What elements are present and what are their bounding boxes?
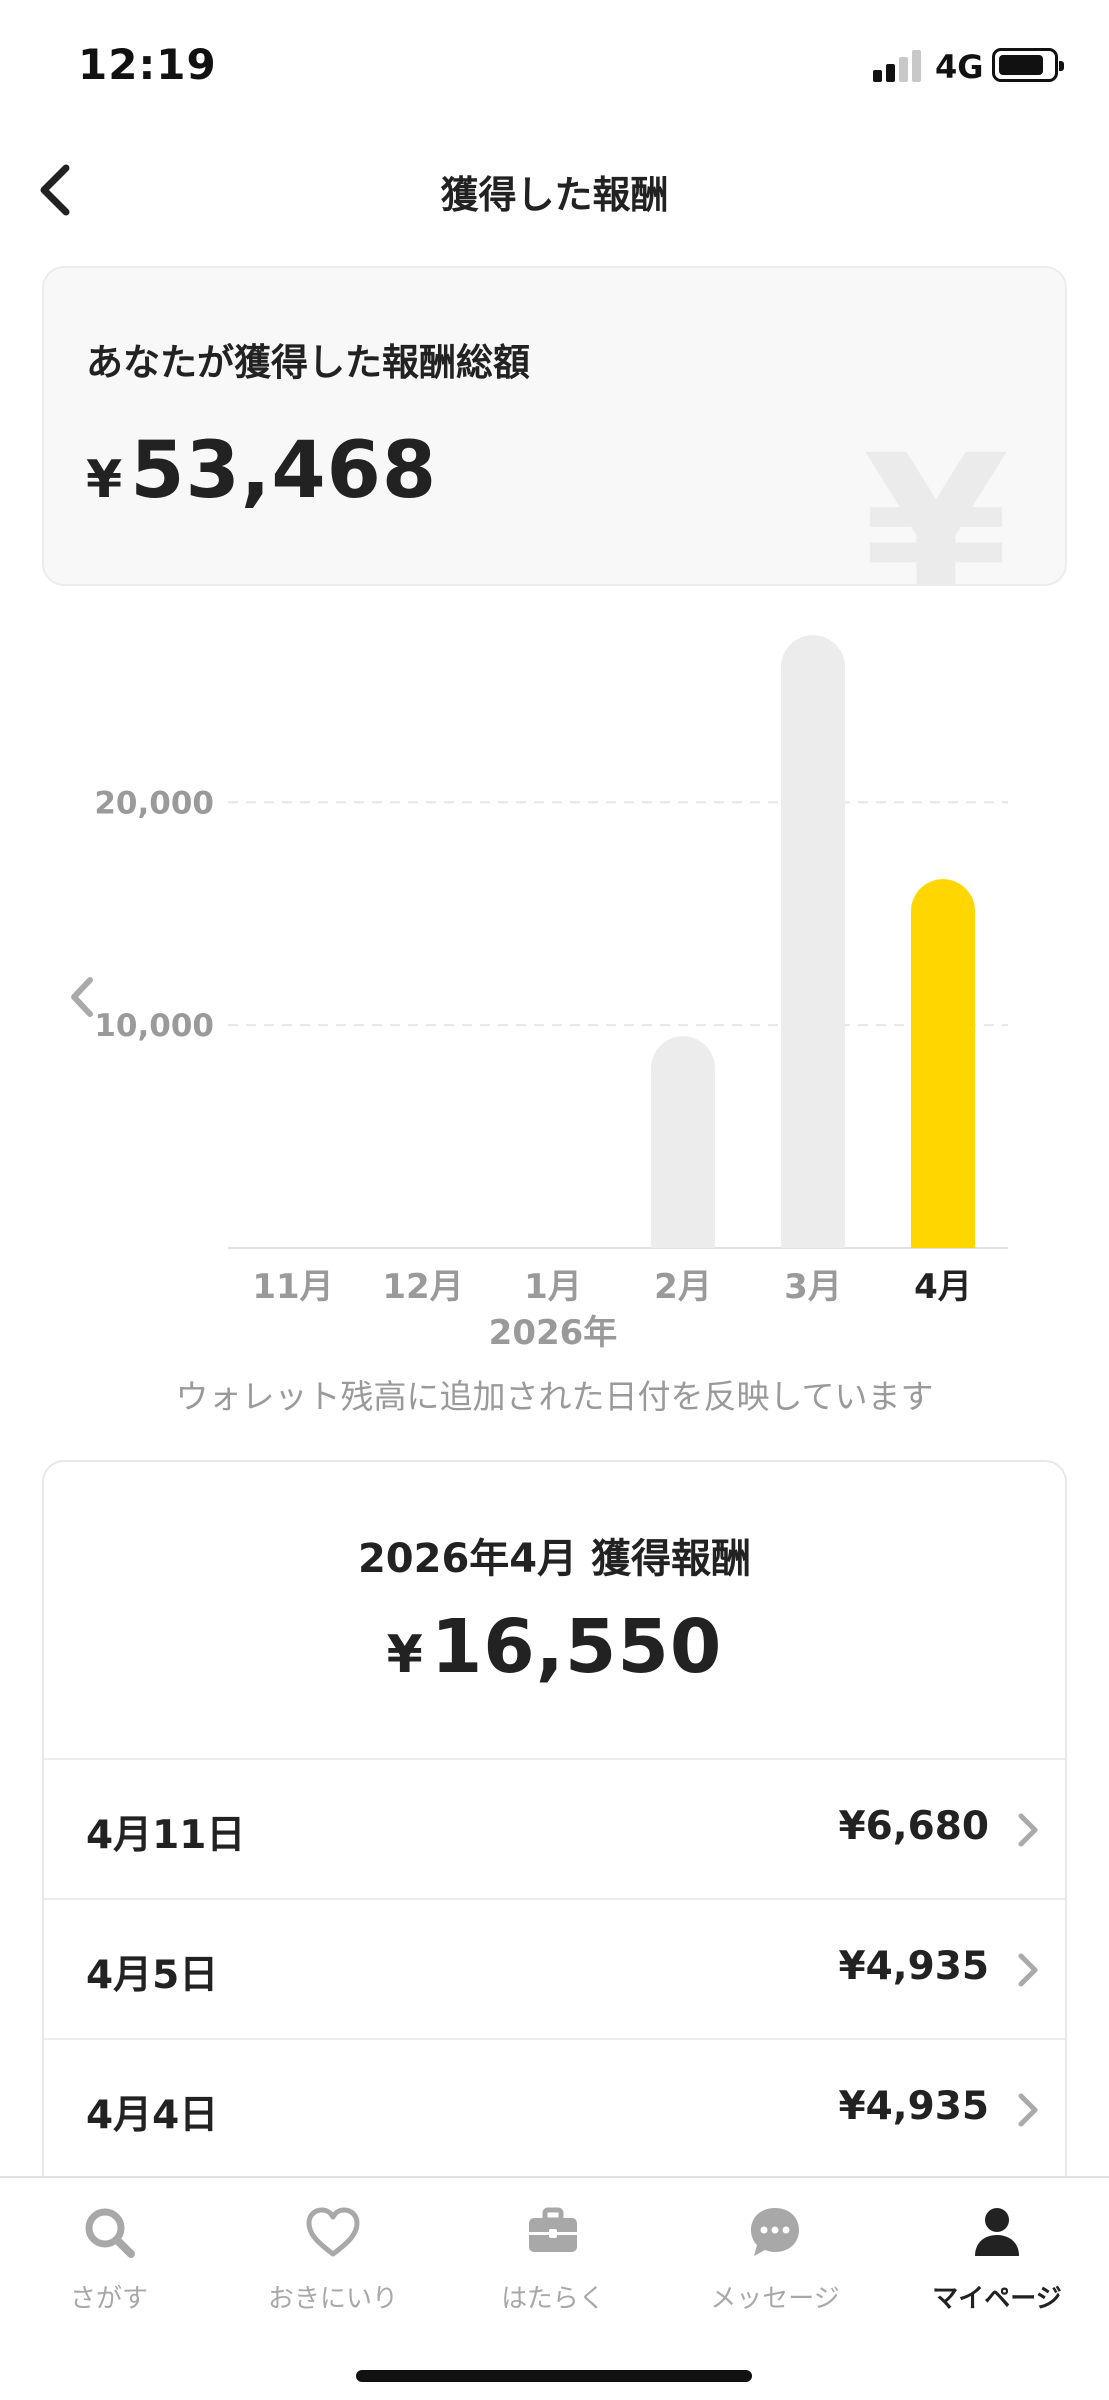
earnings-list: 4月11日 ¥6,680 4月5日 ¥4,935 4月4日 ¥4,935 bbox=[44, 1758, 1065, 2178]
yen-watermark-icon: ¥ bbox=[862, 410, 1009, 586]
chart-bar-2月[interactable] bbox=[651, 1036, 715, 1248]
x-year-label: 2026年 bbox=[489, 1313, 618, 1353]
chevron-right-icon bbox=[1018, 2093, 1038, 2127]
total-earnings-card: ¥ あなたが獲得した報酬総額 ¥53,468 bbox=[42, 266, 1067, 586]
earnings-row[interactable]: 4月11日 ¥6,680 bbox=[44, 1758, 1065, 1898]
earnings-row-date: 4月5日 bbox=[86, 1953, 219, 1998]
earnings-row-date: 4月4日 bbox=[86, 2093, 219, 2138]
tab-label: さがす bbox=[69, 2284, 148, 2314]
earnings-row-date: 4月11日 bbox=[86, 1813, 246, 1858]
total-earnings-label: あなたが獲得した報酬総額 bbox=[86, 341, 530, 384]
chevron-right-icon bbox=[1018, 1953, 1038, 1987]
month-earnings-value: 16,550 bbox=[430, 1604, 723, 1690]
chat-icon bbox=[751, 2208, 799, 2256]
status-time: 12:19 bbox=[78, 40, 217, 89]
bottom-tab-bar: さがす おきにいり はたらく メッセージ マイページ bbox=[0, 2176, 1109, 2400]
chevron-left-icon bbox=[71, 977, 93, 1017]
month-earnings-title: 2026年4月 獲得報酬 bbox=[357, 1536, 752, 1582]
signal-icon bbox=[873, 48, 923, 82]
currency-symbol: ¥ bbox=[86, 450, 123, 510]
chart-svg: 10,000 20,000 11月 12月 1月 2月 3月 4月 2026年 bbox=[94, 635, 1008, 1353]
chart-prev-button[interactable] bbox=[58, 962, 108, 1032]
chevron-right-icon bbox=[1018, 1813, 1038, 1847]
month-earnings-amount: ¥16,550 bbox=[44, 1604, 1065, 1690]
tab-label: メッセージ bbox=[710, 2284, 840, 2314]
earnings-row-amount: ¥4,935 bbox=[838, 1944, 990, 1989]
person-icon bbox=[975, 2208, 1019, 2256]
tab-label: おきにいり bbox=[267, 2284, 398, 2314]
x-tick-label[interactable]: 2月 bbox=[654, 1267, 712, 1307]
header: 獲得した報酬 bbox=[0, 140, 1109, 240]
x-tick-label[interactable]: 4月 bbox=[914, 1267, 972, 1307]
chart-bar-3月[interactable] bbox=[781, 635, 845, 1248]
status-bar: 12:19 4G bbox=[0, 0, 1109, 130]
tab-mypage[interactable]: マイページ bbox=[902, 2178, 1092, 2338]
home-indicator bbox=[356, 2370, 752, 2382]
page-title: 獲得した報酬 bbox=[440, 173, 669, 217]
x-tick-label[interactable]: 11月 bbox=[252, 1267, 333, 1307]
x-tick-label[interactable]: 12月 bbox=[382, 1267, 463, 1307]
earnings-row[interactable]: 4月4日 ¥4,935 bbox=[44, 2038, 1065, 2178]
search-icon bbox=[85, 2208, 135, 2258]
battery-icon bbox=[992, 48, 1064, 82]
tab-work[interactable]: はたらく bbox=[458, 2178, 648, 2338]
chart-bar-4月[interactable] bbox=[911, 879, 975, 1248]
y-tick-label: 20,000 bbox=[94, 785, 214, 821]
y-tick-label: 10,000 bbox=[94, 1008, 214, 1044]
tab-label: マイページ bbox=[932, 2284, 1062, 2314]
earnings-row[interactable]: 4月5日 ¥4,935 bbox=[44, 1898, 1065, 2038]
x-tick-label[interactable]: 1月 bbox=[524, 1267, 582, 1307]
total-earnings-amount: ¥53,468 bbox=[86, 426, 437, 516]
tab-favorites[interactable]: おきにいり bbox=[238, 2178, 428, 2338]
tab-label: はたらく bbox=[501, 2284, 605, 2314]
x-tick-label[interactable]: 3月 bbox=[784, 1267, 842, 1307]
earnings-row-amount: ¥4,935 bbox=[838, 2084, 990, 2129]
monthly-earnings-chart: 10,000 20,000 11月 12月 1月 2月 3月 4月 2026年 bbox=[0, 600, 1109, 1360]
heart-icon bbox=[306, 2207, 360, 2257]
chart-footnote: ウォレット残高に追加された日付を反映しています bbox=[175, 1377, 934, 1416]
network-label: 4G bbox=[935, 48, 984, 86]
total-earnings-value: 53,468 bbox=[130, 426, 438, 516]
tab-messages[interactable]: メッセージ bbox=[680, 2178, 870, 2338]
briefcase-icon bbox=[529, 2207, 577, 2252]
currency-symbol: ¥ bbox=[386, 1625, 423, 1685]
tab-search[interactable]: さがす bbox=[14, 2178, 204, 2338]
earnings-row-amount: ¥6,680 bbox=[838, 1804, 990, 1849]
